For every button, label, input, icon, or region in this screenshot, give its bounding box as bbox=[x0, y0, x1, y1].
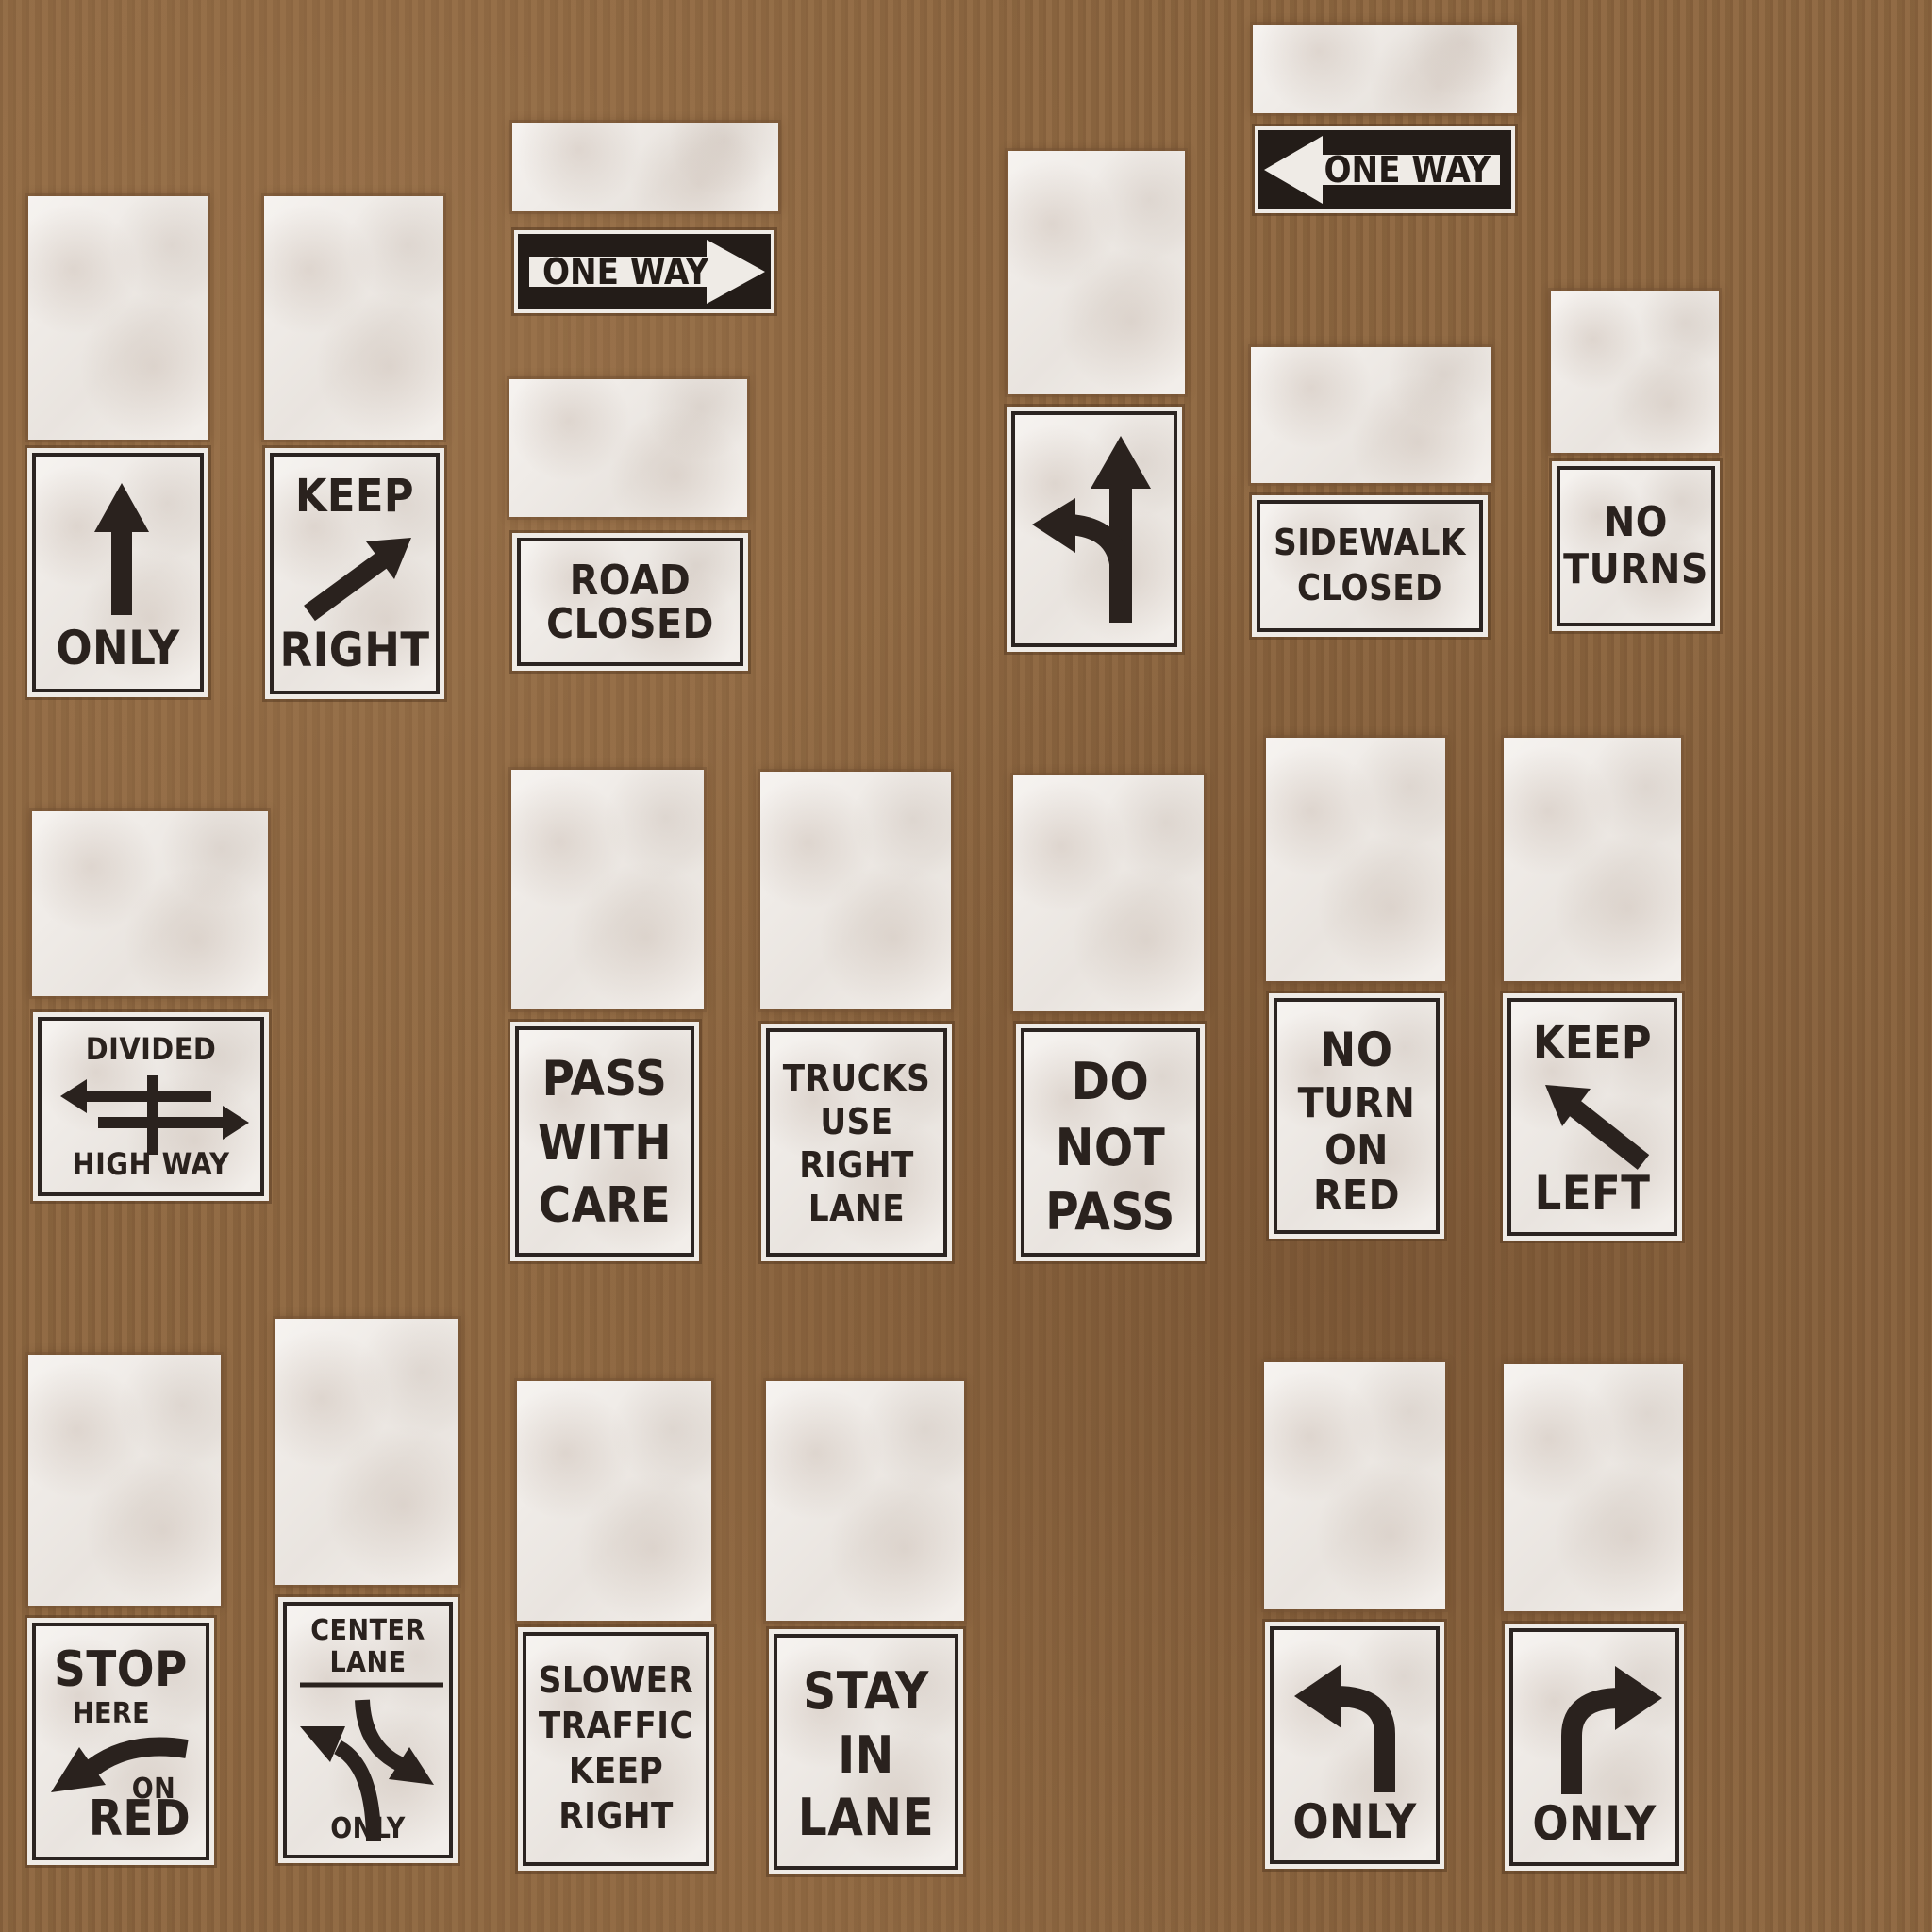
sign-label-bottom: LEFT bbox=[1534, 1166, 1651, 1221]
sign-label-bottom: HIGH WAY bbox=[72, 1146, 230, 1182]
sign-line-2: TURN bbox=[1297, 1079, 1416, 1127]
sign-label-bottom: ONLY bbox=[1292, 1794, 1417, 1849]
stop-here-on-red-sign: STOP HERE ON RED bbox=[32, 1623, 209, 1860]
blank-panel bbox=[32, 811, 268, 996]
sidewalk-closed-sign: SIDEWALK CLOSED bbox=[1257, 500, 1483, 632]
sign-label-bottom: ONLY bbox=[56, 621, 180, 675]
blank-panel bbox=[1504, 738, 1681, 981]
stay-in-lane-sign: STAY IN LANE bbox=[774, 1634, 958, 1870]
blank-panel bbox=[1008, 151, 1185, 394]
sign-line-2: CLOSED bbox=[1297, 567, 1442, 608]
sign-line-1: TRUCKS bbox=[782, 1058, 931, 1099]
sign-line-1: SLOWER bbox=[538, 1659, 694, 1701]
one-way-right-sign: ONE WAY bbox=[514, 230, 774, 313]
do-not-pass-sign: DO NOT PASS bbox=[1021, 1028, 1200, 1257]
left-or-straight-sign bbox=[1011, 411, 1177, 647]
pass-with-care-sign: PASS WITH CARE bbox=[515, 1026, 694, 1257]
keep-right-sign: KEEP RIGHT bbox=[270, 453, 440, 694]
slower-traffic-keep-right-sign: SLOWER TRAFFIC KEEP RIGHT bbox=[523, 1632, 709, 1866]
one-way-label: ONE WAY bbox=[542, 251, 709, 292]
sign-line-1: STAY bbox=[803, 1661, 929, 1721]
right-turn-only-sign: ONLY bbox=[1509, 1628, 1679, 1866]
straight-only-sign: ONLY bbox=[32, 453, 204, 692]
one-way-left-sign: ONE WAY bbox=[1255, 126, 1515, 213]
sign-line-3: PASS bbox=[1045, 1182, 1175, 1241]
blank-panel bbox=[760, 772, 951, 1009]
blank-panel bbox=[275, 1319, 458, 1585]
sign-line-3: RIGHT bbox=[799, 1144, 914, 1186]
no-turn-on-red-sign: NO TURN ON RED bbox=[1274, 998, 1440, 1234]
blank-panel bbox=[511, 770, 704, 1009]
divided-highway-sign: DIVIDED HIGH WAY bbox=[38, 1017, 264, 1196]
blank-panel bbox=[509, 379, 747, 517]
blank-panel bbox=[28, 196, 208, 440]
sign-line-1: NO bbox=[1604, 498, 1668, 546]
sign-line-4: RED bbox=[88, 1790, 192, 1847]
blank-panel bbox=[1264, 1362, 1445, 1609]
blank-panel bbox=[1253, 25, 1517, 113]
sign-line-1: PASS bbox=[541, 1051, 668, 1108]
sign-line-3: LANE bbox=[797, 1788, 935, 1847]
sign-label-bottom: RIGHT bbox=[279, 623, 430, 677]
sign-label-bottom: ONLY bbox=[1532, 1796, 1657, 1851]
left-or-straight-icon bbox=[1032, 436, 1151, 623]
blank-panel bbox=[1551, 291, 1719, 453]
sign-line-4: RED bbox=[1313, 1172, 1400, 1220]
sign-line-3: CARE bbox=[538, 1177, 672, 1234]
sign-line-2: WITH bbox=[537, 1115, 673, 1172]
sign-line-1: ROAD bbox=[569, 557, 691, 605]
blank-panel bbox=[1504, 1364, 1683, 1611]
sign-line-4: RIGHT bbox=[558, 1795, 674, 1837]
one-way-label: ONE WAY bbox=[1324, 149, 1491, 191]
blank-panel bbox=[766, 1381, 964, 1621]
no-turns-sign: NO TURNS bbox=[1557, 466, 1715, 626]
sign-line-3: ON bbox=[1324, 1126, 1389, 1174]
sign-line-2: USE bbox=[820, 1101, 893, 1142]
road-closed-sign: ROAD CLOSED bbox=[517, 538, 743, 666]
blank-panel bbox=[512, 123, 778, 211]
blank-panel bbox=[1013, 775, 1204, 1011]
trucks-right-lane-sign: TRUCKS USE RIGHT LANE bbox=[766, 1028, 947, 1257]
sign-line-2: IN bbox=[838, 1725, 894, 1785]
sign-line-2: TURNS bbox=[1563, 545, 1708, 593]
blank-panel bbox=[517, 1381, 711, 1621]
sign-line-2: CLOSED bbox=[546, 600, 714, 648]
sign-line-1: DO bbox=[1071, 1052, 1150, 1111]
sign-label-bottom: ONLY bbox=[330, 1812, 406, 1845]
sign-line-2: NOT bbox=[1055, 1118, 1166, 1177]
keep-left-sign: KEEP LEFT bbox=[1507, 998, 1677, 1236]
sign-line-4: LANE bbox=[808, 1188, 906, 1229]
left-turn-only-sign: ONLY bbox=[1270, 1626, 1440, 1864]
sign-line-2: TRAFFIC bbox=[538, 1705, 694, 1746]
center-lane-only-sign: CENTER LANE ONLY bbox=[283, 1602, 453, 1858]
blank-panel bbox=[264, 196, 443, 440]
blank-panel bbox=[1251, 347, 1491, 483]
sign-line-3: KEEP bbox=[568, 1750, 664, 1791]
sign-line-1: SIDEWALK bbox=[1274, 522, 1466, 563]
sign-line-1: NO bbox=[1320, 1023, 1393, 1077]
blank-panel bbox=[1266, 738, 1445, 981]
blank-panel bbox=[28, 1355, 221, 1606]
